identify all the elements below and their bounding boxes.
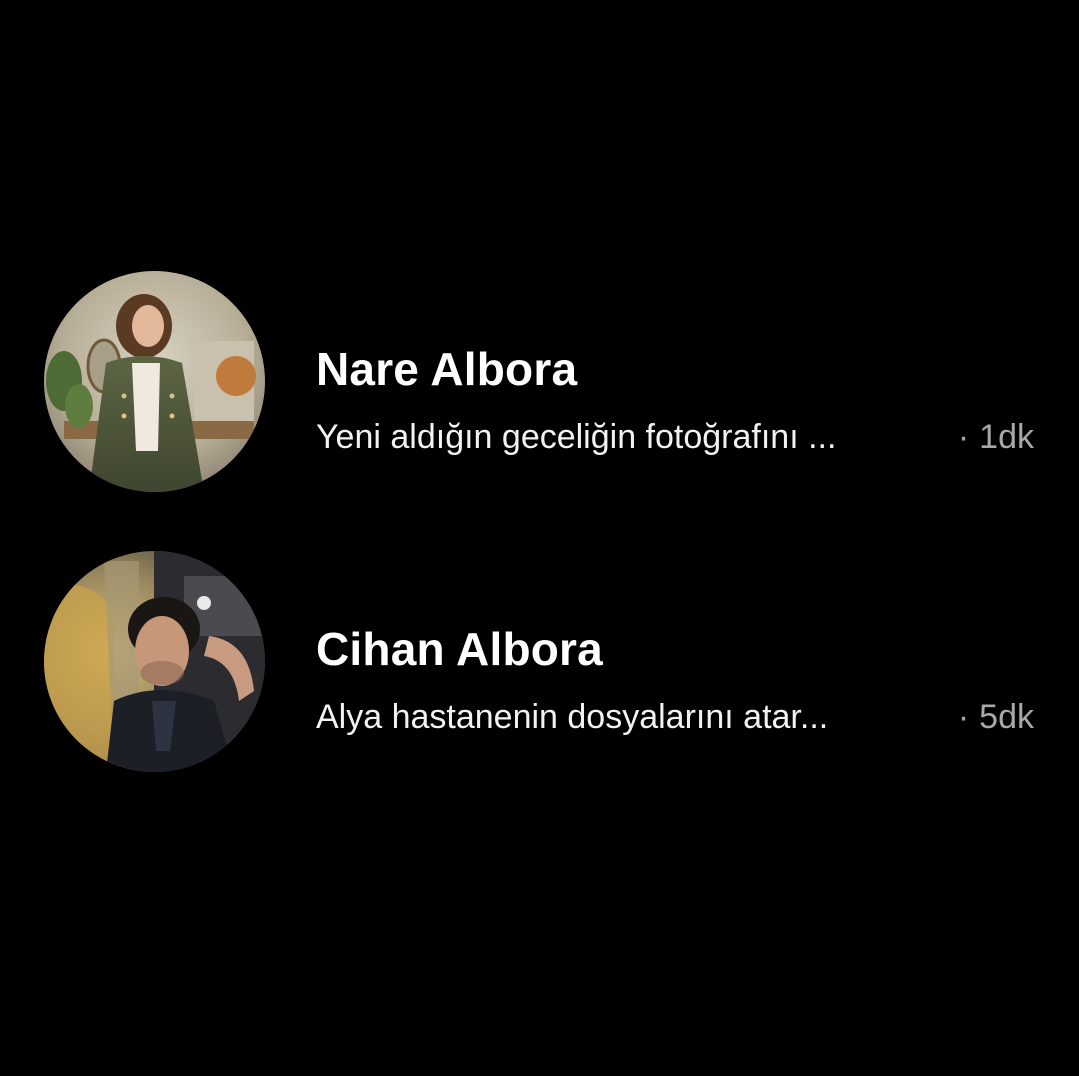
message-meta: · 1dk — [958, 415, 1034, 459]
separator-dot: · — [957, 418, 970, 456]
message-preview-row: Alya hastanenin dosyalarını atar... · 5dk — [316, 695, 1038, 739]
conversation-row[interactable]: Cihan Albora Alya hastanenin dosyalarını… — [44, 551, 1044, 773]
message-list-screen: { "conversations": [ { "name": "Nare Alb… — [0, 0, 1079, 1076]
message-preview-row: Yeni aldığın geceliğin fotoğrafını ... ·… — [316, 415, 1038, 459]
contact-name: Nare Albora — [316, 343, 578, 395]
contact-name: Cihan Albora — [316, 623, 603, 675]
message-meta: · 5dk — [958, 695, 1034, 739]
message-preview: Yeni aldığın geceliğin fotoğrafını ... — [316, 418, 837, 456]
conversation-row[interactable]: Nare Albora Yeni aldığın geceliğin fotoğ… — [44, 271, 1044, 493]
message-time: 1dk — [979, 418, 1034, 456]
avatar-photo — [44, 551, 265, 772]
message-preview: Alya hastanenin dosyalarını atar... — [316, 698, 829, 736]
avatar[interactable] — [44, 271, 265, 492]
avatar[interactable] — [44, 551, 265, 772]
message-time: 5dk — [979, 698, 1034, 736]
avatar-photo — [44, 271, 265, 492]
separator-dot: · — [957, 698, 970, 736]
